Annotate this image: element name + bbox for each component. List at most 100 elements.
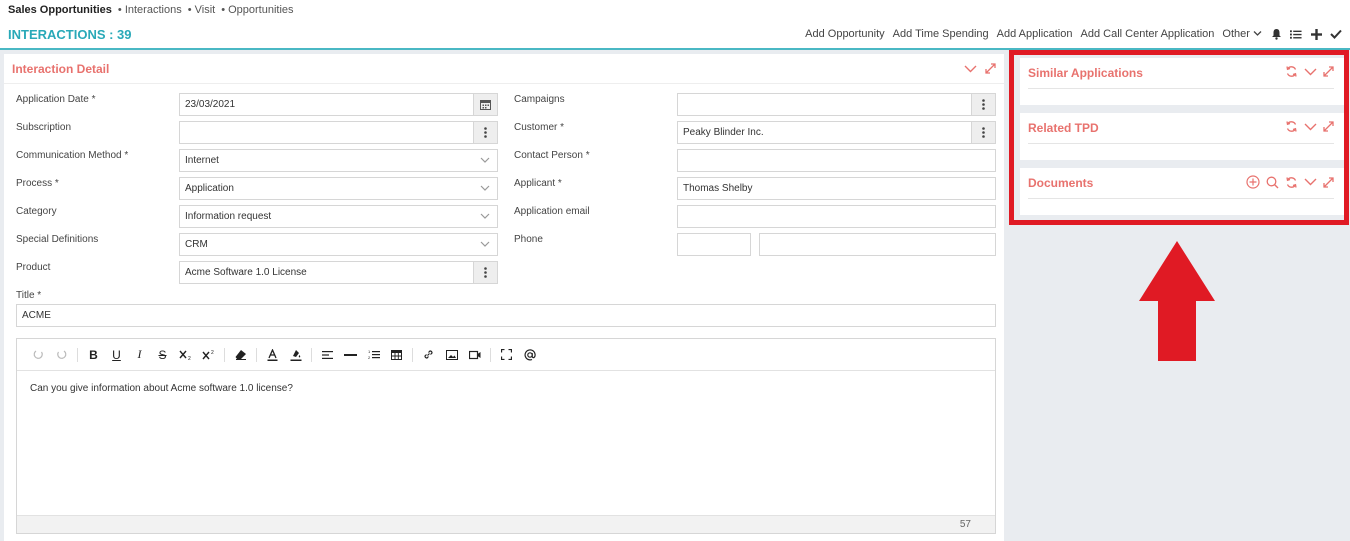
superscript-icon[interactable]: 2 xyxy=(197,345,220,365)
label-phone: Phone xyxy=(514,234,543,245)
label-title: Title * xyxy=(16,290,42,301)
collapse-chevron-icon[interactable] xyxy=(964,65,977,73)
editor-footer: 57 xyxy=(17,515,995,533)
title-input[interactable]: ACME xyxy=(16,304,996,327)
collapse-chevron-icon[interactable] xyxy=(1304,123,1317,131)
communication-method-select[interactable]: Internet xyxy=(179,149,498,172)
check-icon[interactable] xyxy=(1330,28,1342,40)
fullscreen-icon[interactable] xyxy=(495,345,518,365)
application-date-field[interactable]: 23/03/2021 xyxy=(179,93,498,116)
link-icon[interactable] xyxy=(417,345,440,365)
rich-text-editor: B U I S 2 2 1 2 Can you give information… xyxy=(16,338,996,534)
svg-text:2: 2 xyxy=(211,350,214,356)
phone-number-field[interactable] xyxy=(759,233,996,256)
calendar-icon[interactable] xyxy=(473,94,497,115)
widget-tools xyxy=(1285,120,1334,133)
widget-divider xyxy=(1028,143,1334,144)
list-icon[interactable] xyxy=(1290,28,1302,40)
add-application-button[interactable]: Add Application xyxy=(997,28,1073,40)
panel-header: Interaction Detail xyxy=(4,54,1004,84)
category-select[interactable]: Information request xyxy=(179,205,498,228)
expand-icon[interactable] xyxy=(985,63,996,74)
chevron-down-icon xyxy=(480,213,490,219)
svg-text:2: 2 xyxy=(368,355,371,360)
eraser-icon[interactable] xyxy=(229,345,252,365)
italic-icon[interactable]: I xyxy=(128,345,151,365)
table-icon[interactable] xyxy=(385,345,408,365)
customer-field[interactable]: Peaky Blinder Inc. xyxy=(677,121,996,144)
contact-person-field[interactable] xyxy=(677,149,996,172)
process-select[interactable]: Application xyxy=(179,177,498,200)
expand-icon[interactable] xyxy=(1323,66,1334,77)
video-icon[interactable] xyxy=(463,345,486,365)
highlight-color-icon[interactable] xyxy=(284,345,307,365)
special-definitions-select[interactable]: CRM xyxy=(179,233,498,256)
align-icon[interactable] xyxy=(316,345,339,365)
undo-icon[interactable] xyxy=(27,345,50,365)
widget-tools xyxy=(1246,175,1334,189)
applicant-field[interactable]: Thomas Shelby xyxy=(677,177,996,200)
label-applicant: Applicant * xyxy=(514,178,562,189)
more-vertical-icon[interactable] xyxy=(971,94,995,115)
editor-content[interactable]: Can you give information about Acme soft… xyxy=(17,371,995,515)
plus-icon[interactable] xyxy=(1310,28,1322,40)
image-icon[interactable] xyxy=(440,345,463,365)
refresh-icon[interactable] xyxy=(1285,65,1298,78)
font-color-icon[interactable] xyxy=(261,345,284,365)
chevron-down-icon xyxy=(480,185,490,191)
label-product: Product xyxy=(16,262,51,273)
strikethrough-icon[interactable]: S xyxy=(151,345,174,365)
refresh-icon[interactable] xyxy=(1285,120,1298,133)
page-title: INTERACTIONS : 39 xyxy=(8,26,132,42)
bell-icon[interactable] xyxy=(1270,28,1282,40)
expand-icon[interactable] xyxy=(1323,121,1334,132)
editor-toolbar: B U I S 2 2 1 2 xyxy=(17,339,995,371)
special-definitions-value: CRM xyxy=(185,239,208,250)
more-vertical-icon[interactable] xyxy=(971,122,995,143)
similar-applications-title: Similar Applications xyxy=(1028,66,1143,80)
breadcrumb-interactions[interactable]: • Interactions xyxy=(118,4,182,16)
related-widgets-highlight: Similar Applications Related TPD Documen… xyxy=(1009,50,1349,225)
campaigns-field[interactable] xyxy=(677,93,996,116)
expand-icon[interactable] xyxy=(1323,176,1334,188)
label-customer: Customer * xyxy=(514,122,565,133)
phone-code-field[interactable] xyxy=(677,233,751,256)
other-menu-button[interactable]: Other xyxy=(1222,28,1262,40)
panel-title: Interaction Detail xyxy=(12,61,110,76)
subscript-icon[interactable]: 2 xyxy=(174,345,197,365)
search-icon[interactable] xyxy=(1266,176,1279,189)
application-date-value: 23/03/2021 xyxy=(185,99,236,110)
refresh-icon[interactable] xyxy=(1285,176,1298,189)
mention-icon[interactable] xyxy=(518,345,541,365)
product-field[interactable]: Acme Software 1.0 License xyxy=(179,261,498,284)
collapse-chevron-icon[interactable] xyxy=(1304,68,1317,76)
ordered-list-icon[interactable]: 12 xyxy=(362,345,385,365)
application-email-field[interactable] xyxy=(677,205,996,228)
breadcrumb-visit[interactable]: • Visit xyxy=(188,4,216,16)
header-actions: Add Opportunity Add Time Spending Add Ap… xyxy=(805,28,1342,40)
toolbar-divider xyxy=(77,347,78,362)
label-campaigns: Campaigns xyxy=(514,94,565,105)
label-application-date: Application Date * xyxy=(16,94,96,105)
add-call-center-application-button[interactable]: Add Call Center Application xyxy=(1081,28,1215,40)
chevron-down-icon xyxy=(1253,31,1262,36)
more-vertical-icon[interactable] xyxy=(473,122,497,143)
label-contact-person: Contact Person * xyxy=(514,150,590,161)
add-circle-icon[interactable] xyxy=(1246,175,1260,189)
subscription-field[interactable] xyxy=(179,121,498,144)
redo-icon[interactable] xyxy=(50,345,73,365)
underline-icon[interactable]: U xyxy=(105,345,128,365)
add-time-spending-button[interactable]: Add Time Spending xyxy=(893,28,989,40)
category-value: Information request xyxy=(185,211,272,222)
more-vertical-icon[interactable] xyxy=(473,262,497,283)
bold-icon[interactable]: B xyxy=(82,345,105,365)
breadcrumb-opportunities[interactable]: • Opportunities xyxy=(221,4,293,16)
other-menu-label: Other xyxy=(1222,28,1250,40)
collapse-chevron-icon[interactable] xyxy=(1304,178,1317,186)
related-tpd-widget: Related TPD xyxy=(1020,113,1344,160)
related-tpd-title: Related TPD xyxy=(1028,121,1099,135)
add-opportunity-button[interactable]: Add Opportunity xyxy=(805,28,885,40)
header-bar: INTERACTIONS : 39 Add Opportunity Add Ti… xyxy=(0,20,1350,50)
breadcrumb-sales-opportunities[interactable]: Sales Opportunities xyxy=(8,4,112,16)
horizontal-rule-icon[interactable] xyxy=(339,345,362,365)
